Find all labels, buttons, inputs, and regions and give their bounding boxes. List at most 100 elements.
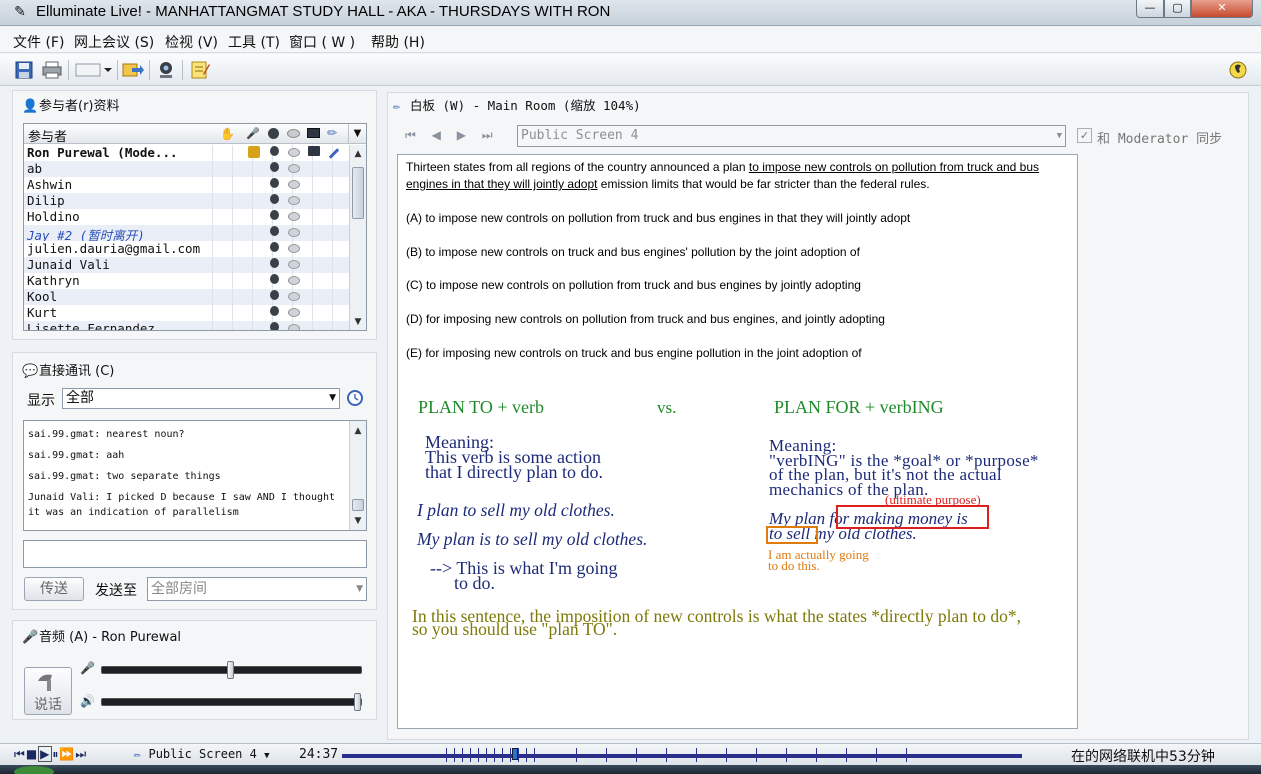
profile-icon[interactable]	[270, 258, 279, 268]
chat-scrollbar[interactable]: ▲ ▼	[349, 421, 366, 530]
chat-bubble-icon[interactable]	[288, 276, 300, 285]
question-line-1: Thirteen states from all regions of the …	[406, 160, 1039, 174]
chat-bubble-icon[interactable]	[288, 244, 300, 253]
column-divider	[212, 305, 213, 321]
chat-bubble-icon[interactable]	[288, 260, 300, 269]
timeline-tick	[756, 748, 757, 762]
profile-icon[interactable]	[270, 322, 279, 330]
chat-bubble-icon[interactable]	[288, 180, 300, 189]
menu-window[interactable]: 窗口 ( W )	[289, 32, 355, 52]
participant-row[interactable]: Kathryn	[24, 273, 349, 289]
notes-icon[interactable]	[188, 58, 212, 82]
chat-scroll-thumb[interactable]	[352, 499, 364, 511]
show-filter-select[interactable]: 全部 ▼	[62, 388, 340, 409]
column-menu-button[interactable]: ▼	[348, 124, 366, 143]
profile-icon[interactable]	[270, 210, 279, 220]
scroll-up-arrow-icon[interactable]: ▲	[350, 424, 366, 438]
chat-bubble-icon[interactable]	[288, 212, 300, 221]
talk-button[interactable]: 说话	[24, 667, 72, 715]
sync-checkbox[interactable]: ✓	[1077, 128, 1092, 143]
fast-forward-icon[interactable]: ⏩	[59, 747, 75, 761]
profile-icon[interactable]	[270, 226, 279, 236]
scroll-down-arrow-icon[interactable]: ▼	[350, 514, 366, 528]
elluminate-app-icon[interactable]: ✎	[12, 4, 28, 20]
menu-session[interactable]: 网上会议 (S)	[74, 32, 154, 52]
next-screen-icon[interactable]: ▶	[457, 128, 469, 142]
minimize-button[interactable]: —	[1136, 0, 1164, 18]
profile-icon[interactable]	[270, 274, 279, 284]
transfer-icon[interactable]	[121, 58, 145, 82]
profile-icon[interactable]	[270, 242, 279, 252]
whiteboard-canvas[interactable]: Thirteen states from all regions of the …	[397, 154, 1078, 729]
scroll-up-arrow-icon[interactable]: ▲	[350, 147, 366, 161]
menu-tools[interactable]: 工具 (T)	[228, 32, 280, 52]
timeline-scrubber[interactable]	[342, 748, 1022, 762]
status-screen-dropdown[interactable]: ✏ Public Screen 4 ▼	[134, 747, 270, 761]
profile-icon[interactable]	[270, 178, 279, 188]
send-to-select[interactable]: 全部房间 ▼	[147, 577, 367, 601]
webcam-icon[interactable]	[154, 58, 178, 82]
start-orb-icon[interactable]	[14, 766, 54, 774]
participants-scrollbar[interactable]: ▲ ▼	[349, 145, 366, 330]
raise-hand-column-icon[interactable]: ✋	[220, 127, 235, 141]
layout-dropdown-icon[interactable]	[74, 58, 114, 82]
chat-bubble-icon[interactable]	[288, 292, 300, 301]
moderator-column-icon[interactable]: 🎤	[246, 127, 260, 140]
participant-row[interactable]: Jay #2 (暂时离开)	[24, 225, 349, 241]
participant-row[interactable]: Ron Purewal (Mode...	[24, 145, 349, 161]
timeline-playhead[interactable]	[512, 748, 518, 760]
chat-bubble-icon[interactable]	[288, 148, 300, 157]
chat-bubble-icon[interactable]	[288, 196, 300, 205]
prev-screen-icon[interactable]: ◀	[432, 128, 444, 142]
last-screen-icon[interactable]: ⏭	[482, 128, 496, 142]
stop-icon[interactable]: ■	[26, 747, 38, 761]
profile-column-icon[interactable]	[268, 128, 279, 139]
screen-select[interactable]: Public Screen 4 ▼	[517, 125, 1066, 147]
chat-bubble-icon[interactable]	[288, 308, 300, 317]
participant-row[interactable]: julien.dauria@gmail.com	[24, 241, 349, 257]
speaker-slider-thumb[interactable]	[354, 693, 361, 711]
participant-row[interactable]: Lisette Fernandez	[24, 321, 349, 330]
print-icon[interactable]	[40, 58, 64, 82]
app-share-column-icon[interactable]	[307, 128, 320, 138]
participant-row[interactable]: Dilip	[24, 193, 349, 209]
profile-icon[interactable]	[270, 194, 279, 204]
participant-row[interactable]: Junaid Vali	[24, 257, 349, 273]
save-icon[interactable]	[12, 58, 36, 82]
chat-bubble-icon[interactable]	[288, 228, 300, 237]
profile-icon[interactable]	[270, 290, 279, 300]
whiteboard-column-icon[interactable]: ✏	[327, 126, 337, 140]
profile-icon[interactable]	[270, 162, 279, 172]
participants-scroll-thumb[interactable]	[352, 167, 364, 219]
moderator-icon	[248, 146, 260, 158]
participants-column-header[interactable]: 参与者	[28, 126, 67, 145]
mic-slider-thumb[interactable]	[226, 661, 234, 679]
scroll-down-arrow-icon[interactable]: ▼	[350, 315, 366, 329]
chat-bubble-icon[interactable]	[288, 164, 300, 173]
menu-help[interactable]: 帮助 (H)	[371, 32, 425, 52]
chat-messages-area[interactable]: sai.99.gmat: nearest noun? sai.99.gmat: …	[23, 420, 367, 531]
elluminate-status-icon[interactable]	[1226, 58, 1250, 82]
send-button[interactable]: 传送	[24, 577, 84, 601]
participant-row[interactable]: Kool	[24, 289, 349, 305]
chat-column-icon[interactable]	[287, 129, 300, 138]
menu-view[interactable]: 检视 (V)	[165, 32, 218, 52]
play-icon[interactable]: ▶	[38, 746, 53, 762]
participant-row[interactable]: ab	[24, 161, 349, 177]
participant-row[interactable]: Holdino	[24, 209, 349, 225]
speaker-volume-slider[interactable]	[101, 693, 362, 711]
participant-row[interactable]: Kurt	[24, 305, 349, 321]
mic-volume-slider[interactable]	[101, 661, 362, 679]
clock-icon[interactable]	[347, 390, 363, 406]
participant-row[interactable]: Ashwin	[24, 177, 349, 193]
close-button[interactable]: ✕	[1191, 0, 1253, 18]
menu-file[interactable]: 文件 (F)	[13, 32, 64, 52]
profile-icon[interactable]	[270, 146, 279, 156]
skip-back-icon[interactable]: ⏮	[14, 747, 26, 761]
chat-bubble-icon[interactable]	[288, 324, 300, 330]
first-screen-icon[interactable]: ⏮	[405, 128, 419, 142]
skip-forward-icon[interactable]: ⏭	[75, 747, 87, 761]
maximize-button[interactable]: ▢	[1164, 0, 1191, 18]
chat-input[interactable]	[23, 540, 367, 568]
profile-icon[interactable]	[270, 306, 279, 316]
